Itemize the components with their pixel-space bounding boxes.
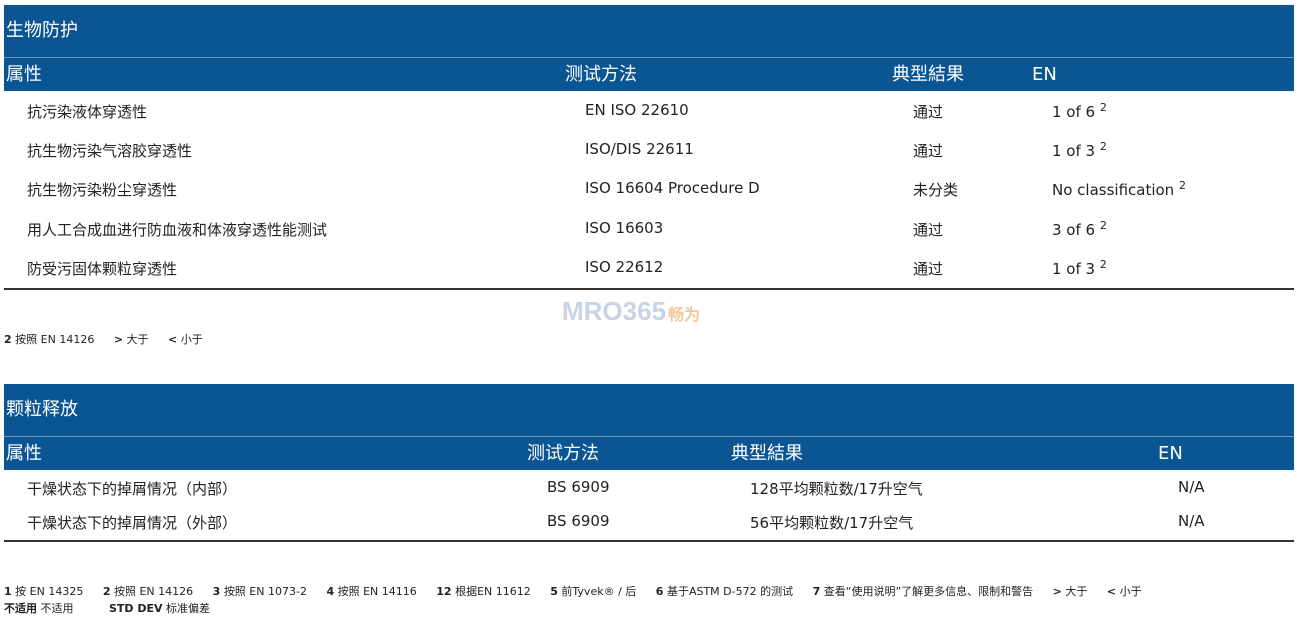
- header-en: EN: [1158, 443, 1183, 464]
- watermark-latin: MRO365: [562, 296, 667, 326]
- cell-result: 通过: [913, 103, 944, 121]
- cell-en: No classification: [1052, 181, 1175, 199]
- footnote-text: 大于: [126, 333, 149, 346]
- cell-en: 1 of 3: [1052, 260, 1096, 278]
- cell-property: 抗生物污染粉尘穿透性: [27, 181, 178, 199]
- cell-property: 干燥状态下的掉屑情况（外部）: [27, 514, 238, 532]
- footnote-text: 小于: [180, 333, 203, 346]
- cell-result: 56平均颗粒数/17升空气: [750, 514, 914, 532]
- table-body: 干燥状态下的掉屑情况（内部） BS 6909 128平均颗粒数/17升空气 N/…: [4, 470, 1294, 542]
- cell-method: EN ISO 22610: [585, 101, 689, 119]
- footnote-text: 大于: [1065, 585, 1088, 598]
- header-property: 属性: [6, 443, 42, 464]
- footnote-text: 按 EN 14325: [15, 585, 84, 598]
- footnotes-abbreviations: 不适用 不适用 STD DEV 标准偏差: [4, 600, 210, 616]
- table-header: 属性 测试方法 典型結果 EN: [4, 57, 1294, 91]
- footnote-key: <: [168, 333, 178, 346]
- footnote-key: 3: [212, 585, 221, 598]
- footnote-key: 6: [655, 585, 664, 598]
- cell-en: 1 of 3: [1052, 142, 1096, 160]
- footnote-key: 5: [550, 585, 558, 598]
- cell-method: BS 6909: [547, 478, 610, 496]
- footnote-text: 按照 EN 14126: [15, 333, 95, 346]
- cell-result: 未分类: [913, 181, 959, 199]
- cell-method: ISO 22612: [585, 258, 664, 276]
- cell-property: 抗生物污染气溶胶穿透性: [27, 142, 193, 160]
- cell-en: N/A: [1178, 512, 1205, 530]
- footnote-key: 12: [436, 585, 452, 598]
- footnote-key: 2: [4, 333, 12, 346]
- footnote-ref: 2: [1099, 258, 1107, 271]
- cell-property: 用人工合成血进行防血液和体液穿透性能测试: [27, 221, 328, 239]
- header-typical-result: 典型結果: [731, 443, 803, 464]
- section-title: 颗粒释放: [4, 384, 1294, 436]
- cell-method: ISO/DIS 22611: [585, 140, 694, 158]
- header-typical-result: 典型結果: [892, 64, 964, 85]
- footnote-text: 按照 EN 14126: [113, 585, 194, 598]
- footnote-key: 7: [812, 585, 821, 598]
- cell-method: ISO 16603: [585, 219, 664, 237]
- footnote-key: 不适用: [4, 602, 37, 615]
- footnote-text: 查看“使用说明”了解更多信息、限制和警告: [823, 585, 1034, 598]
- table-body: 抗污染液体穿透性 EN ISO 22610 通过 1 of 6 2 抗生物污染气…: [4, 91, 1294, 290]
- watermark-logo: MRO365 畅为: [562, 296, 700, 327]
- watermark-cn: 畅为: [668, 307, 701, 324]
- footnote-ref: 2: [1099, 219, 1107, 232]
- cell-property: 防受污固体颗粒穿透性: [27, 260, 178, 278]
- header-test-method: 测试方法: [565, 64, 637, 85]
- footnote-key: <: [1106, 585, 1117, 598]
- footnote-key: STD DEV: [109, 602, 163, 615]
- header-property: 属性: [6, 64, 42, 85]
- footnote-text: 根据EN 11612: [455, 585, 531, 598]
- header-test-method: 测试方法: [527, 443, 599, 464]
- header-en: EN: [1032, 64, 1057, 85]
- cell-result: 128平均颗粒数/17升空气: [750, 480, 923, 498]
- footnote-text: 前Tyvek® / 后: [561, 585, 637, 598]
- cell-method: ISO 16604 Procedure D: [585, 179, 760, 197]
- footnote-key: 1: [4, 585, 12, 598]
- section-biological-protection: 生物防护 属性 测试方法 典型結果 EN 抗污染液体穿透性 EN ISO 226…: [4, 5, 1294, 290]
- footnote-text: 按照 EN 14116: [337, 585, 417, 598]
- footnotes-section1: 2 按照 EN 14126 > 大于 < 小于: [4, 331, 203, 347]
- footnote-text: 标准偏差: [166, 602, 211, 615]
- section-particle-release: 颗粒释放 属性 测试方法 典型結果 EN 干燥状态下的掉屑情况（内部） BS 6…: [4, 384, 1294, 542]
- section-title: 生物防护: [4, 5, 1294, 57]
- footnote-text: 按照 EN 1073-2: [223, 585, 307, 598]
- cell-en: 3 of 6: [1052, 221, 1096, 239]
- footnote-ref: 2: [1099, 101, 1107, 114]
- footnote-text: 基于ASTM D-572 的测试: [666, 585, 794, 598]
- cell-en: N/A: [1178, 478, 1205, 496]
- footnote-key: >: [113, 333, 124, 346]
- footnote-key: 4: [326, 585, 335, 598]
- footnotes-section2: 1 按 EN 14325 2 按照 EN 14126 3 按照 EN 1073-…: [4, 583, 1142, 599]
- cell-method: BS 6909: [547, 512, 610, 530]
- cell-property: 抗污染液体穿透性: [27, 103, 148, 121]
- footnote-ref: 2: [1178, 179, 1186, 192]
- cell-result: 通过: [913, 142, 944, 160]
- cell-en: 1 of 6: [1052, 103, 1096, 121]
- footnote-text: 不适用: [40, 602, 74, 615]
- footnote-key: >: [1052, 585, 1062, 598]
- footnote-key: 2: [102, 585, 111, 598]
- table-header: 属性 测试方法 典型結果 EN: [4, 436, 1294, 470]
- footnote-ref: 2: [1099, 140, 1107, 153]
- footnote-text: 小于: [1119, 585, 1142, 598]
- cell-result: 通过: [913, 221, 944, 239]
- cell-result: 通过: [913, 260, 944, 278]
- cell-property: 干燥状态下的掉屑情况（内部）: [27, 480, 238, 498]
